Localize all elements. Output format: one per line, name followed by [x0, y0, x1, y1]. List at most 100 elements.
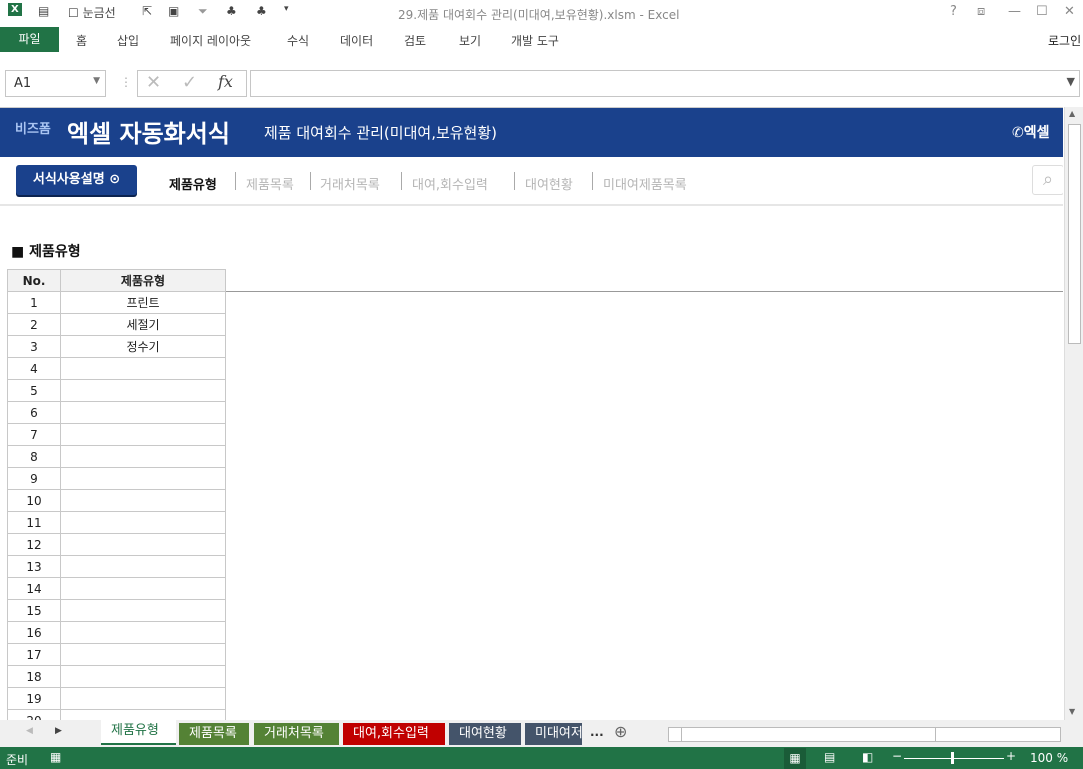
vertical-scrollbar[interactable]: ▲ ▼ [1064, 107, 1083, 720]
add-sheet-icon[interactable]: ⊕ [614, 722, 627, 741]
filter-clear-icon[interactable]: ⏷ [198, 4, 208, 19]
row-number-cell[interactable]: 6 [7, 401, 61, 424]
nav-item-unrented-list[interactable]: 미대여제품목록 [603, 174, 687, 193]
zoom-in-button[interactable]: + [1006, 749, 1016, 763]
row-number-cell[interactable]: 15 [7, 599, 61, 622]
chevron-down-icon[interactable]: ▼ [93, 76, 100, 86]
product-type-cell[interactable] [60, 577, 226, 600]
worksheet[interactable]: 비즈폼 엑셀 자동화서식 제품 대여회수 관리(미대여,보유현황) ✆엑셀 서식… [0, 107, 1063, 720]
product-type-cell[interactable]: 정수기 [60, 335, 226, 358]
name-box[interactable]: A1 ▼ [5, 70, 106, 97]
tab-data[interactable]: 데이터 [340, 32, 373, 49]
product-type-cell[interactable] [60, 401, 226, 424]
product-type-cell[interactable] [60, 599, 226, 622]
login-link[interactable]: 로그인 [1048, 32, 1081, 49]
scroll-thumb[interactable] [1068, 124, 1081, 344]
maximize-button[interactable]: ☐ [1036, 4, 1048, 19]
normal-view-icon[interactable]: ▦ [784, 748, 806, 769]
zoom-level[interactable]: 100 % [1030, 751, 1068, 765]
more-sheets-button[interactable]: ... [590, 725, 604, 739]
product-type-cell[interactable] [60, 687, 226, 710]
page-break-view-icon[interactable]: ◧ [862, 750, 873, 764]
product-type-cell[interactable] [60, 467, 226, 490]
search-icon[interactable]: ⌕ [1032, 165, 1063, 195]
tab-developer[interactable]: 개발 도구 [511, 32, 559, 49]
row-number-cell[interactable]: 14 [7, 577, 61, 600]
nav-item-rental-input[interactable]: 대여,회수입력 [412, 174, 488, 193]
product-type-cell[interactable] [60, 445, 226, 468]
formula-input[interactable]: ▼ [250, 70, 1080, 97]
minimize-button[interactable]: — [1008, 4, 1021, 19]
row-number-cell[interactable]: 19 [7, 687, 61, 710]
ribbon-display-button[interactable]: ⧈ [977, 4, 985, 19]
product-type-cell[interactable] [60, 643, 226, 666]
close-button[interactable]: ✕ [1064, 4, 1075, 19]
product-type-cell[interactable] [60, 379, 226, 402]
help-button[interactable]: ? [950, 4, 957, 19]
tab-review[interactable]: 검토 [404, 32, 426, 49]
hierarchy-2-icon[interactable]: ♣ [256, 4, 267, 18]
nav-item-rental-status[interactable]: 대여현황 [525, 174, 573, 193]
product-type-cell[interactable] [60, 533, 226, 556]
prev-sheet-icon[interactable]: ◀ [26, 726, 33, 736]
sheet-tab[interactable]: 대여,회수입력 [343, 723, 445, 745]
sheet-tab[interactable]: 거래처목록 [254, 723, 339, 745]
nav-item-client-list[interactable]: 거래처목록 [320, 174, 380, 193]
nav-item-product-list[interactable]: 제품목록 [246, 174, 294, 193]
zoom-out-button[interactable]: − [892, 749, 902, 763]
row-number-cell[interactable]: 2 [7, 313, 61, 336]
product-type-cell[interactable] [60, 709, 226, 720]
product-type-cell[interactable] [60, 357, 226, 380]
tab-home[interactable]: 홈 [76, 32, 87, 49]
zoom-slider-thumb[interactable] [951, 752, 954, 764]
horizontal-scrollbar[interactable] [668, 727, 1061, 742]
product-type-cell[interactable]: 프린트 [60, 291, 226, 314]
sheet-tab[interactable]: 미대여저 [525, 723, 582, 745]
product-type-cell[interactable] [60, 555, 226, 578]
macro-record-icon[interactable]: ▦ [50, 750, 61, 764]
row-number-cell[interactable]: 10 [7, 489, 61, 512]
product-type-cell[interactable]: 세절기 [60, 313, 226, 336]
row-number-cell[interactable]: 9 [7, 467, 61, 490]
scroll-down-icon[interactable]: ▼ [1069, 707, 1075, 716]
row-number-cell[interactable]: 3 [7, 335, 61, 358]
row-number-cell[interactable]: 7 [7, 423, 61, 446]
enter-icon[interactable]: ✓ [182, 72, 197, 93]
tab-insert[interactable]: 삽입 [117, 32, 139, 49]
guide-button[interactable]: 서식사용설명 ⊙ [16, 165, 137, 195]
row-number-cell[interactable]: 5 [7, 379, 61, 402]
tab-page-layout[interactable]: 페이지 레이아웃 [170, 32, 251, 49]
screen-icon[interactable]: ▣ [168, 4, 179, 18]
product-type-cell[interactable] [60, 489, 226, 512]
row-number-cell[interactable]: 16 [7, 621, 61, 644]
row-number-cell[interactable]: 17 [7, 643, 61, 666]
product-type-cell[interactable] [60, 511, 226, 534]
product-type-cell[interactable] [60, 423, 226, 446]
sheet-tab[interactable]: 제품목록 [179, 723, 249, 745]
sheet-tab[interactable]: 대여현황 [449, 723, 521, 745]
row-number-cell[interactable]: 20 [7, 709, 61, 720]
hierarchy-icon[interactable]: ♣ [226, 4, 237, 18]
row-number-cell[interactable]: 1 [7, 291, 61, 314]
row-number-cell[interactable]: 4 [7, 357, 61, 380]
h-scroll-thumb[interactable] [681, 728, 936, 741]
tab-formulas[interactable]: 수식 [287, 32, 309, 49]
zoom-slider[interactable] [904, 758, 1004, 759]
row-number-cell[interactable]: 13 [7, 555, 61, 578]
row-number-cell[interactable]: 8 [7, 445, 61, 468]
page-layout-view-icon[interactable]: ▤ [824, 750, 835, 764]
sheet-tab[interactable]: 제품유형 [101, 720, 176, 745]
customize-qat-icon[interactable]: ▾ [284, 4, 289, 14]
tab-view[interactable]: 보기 [459, 32, 481, 49]
freeze-icon[interactable]: ▤ [38, 4, 49, 18]
row-number-cell[interactable]: 11 [7, 511, 61, 534]
gridlines-checkbox[interactable]: ☐ 눈금선 [68, 4, 116, 21]
row-number-cell[interactable]: 12 [7, 533, 61, 556]
insert-function-icon[interactable]: fx [218, 72, 233, 91]
nav-item-product-type[interactable]: 제품유형 [169, 174, 217, 193]
next-sheet-icon[interactable]: ▶ [55, 726, 62, 736]
product-type-cell[interactable] [60, 665, 226, 688]
cancel-icon[interactable]: ✕ [146, 72, 161, 93]
scroll-up-icon[interactable]: ▲ [1069, 109, 1075, 118]
select-icon[interactable]: ⇱ [142, 4, 152, 18]
